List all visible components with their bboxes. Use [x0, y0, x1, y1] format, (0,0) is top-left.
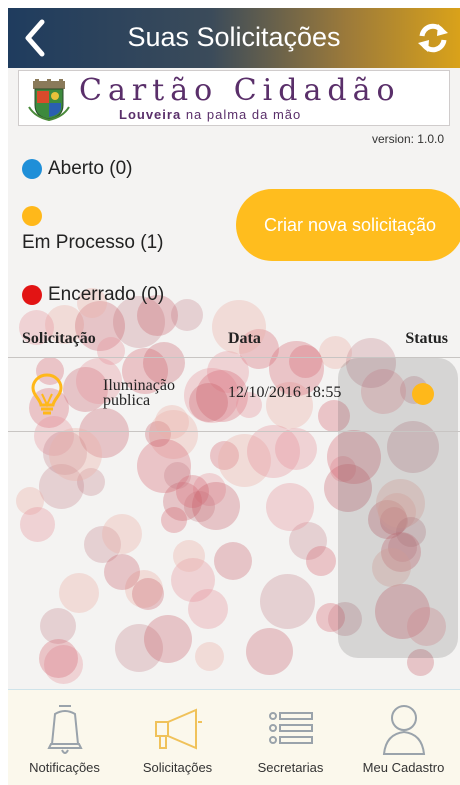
background-grape	[247, 425, 300, 478]
table-header: Solicitação Data Status	[8, 330, 460, 358]
background-grape	[171, 299, 203, 331]
user-icon	[382, 705, 425, 755]
background-grape	[214, 542, 252, 580]
background-grape	[306, 546, 336, 576]
app-banner: Cartão Cidadão Louveira na palma da mão	[18, 70, 450, 126]
background-grape	[102, 514, 142, 554]
page-title: Suas Solicitações	[127, 22, 341, 52]
background-grape	[266, 483, 314, 531]
status-dot	[412, 383, 434, 405]
tab-notificacoes[interactable]: Notificações	[8, 690, 121, 785]
city-emblem-icon	[27, 77, 71, 122]
tab-label: Solicitações	[142, 760, 213, 775]
back-button[interactable]	[18, 18, 54, 58]
row-date: 12/10/2016 18:55	[228, 384, 342, 401]
background-grape	[59, 573, 99, 613]
version-label: version: 1.0.0	[371, 132, 444, 146]
legend-encerrado-label: Encerrado (0)	[48, 284, 165, 305]
legend-encerrado: Encerrado (0)	[22, 284, 164, 306]
refresh-button[interactable]	[416, 22, 450, 54]
table-row[interactable]: Iluminação publica 12/10/2016 18:55	[8, 358, 460, 432]
lightbulb-icon	[30, 372, 64, 416]
background-grape	[192, 482, 240, 530]
tab-label: Notificações	[29, 760, 100, 775]
tab-secretarias[interactable]: Secretarias	[234, 690, 347, 785]
background-grape	[195, 642, 224, 671]
megaphone-icon	[154, 708, 202, 750]
refresh-icon	[418, 23, 448, 53]
banner-title: Cartão Cidadão	[79, 73, 401, 108]
banner-subtitle-city: Louveira	[119, 107, 182, 122]
app-screen: Suas Solicitações Cartão Cidadão Louveir…	[8, 8, 460, 785]
header-bar: Suas Solicitações	[8, 8, 460, 68]
legend-aberto-label: Aberto (0)	[48, 158, 133, 179]
column-header-status: Status	[405, 330, 448, 347]
background-grape	[144, 615, 192, 663]
column-header-solicitacao: Solicitação	[22, 330, 96, 347]
background-grape	[20, 507, 55, 542]
banner-subtitle-slogan: na palma da mão	[185, 107, 302, 122]
status-dot-em-processo	[22, 206, 42, 226]
tab-meu-cadastro[interactable]: Meu Cadastro	[347, 690, 460, 785]
background-grape	[173, 540, 205, 572]
tab-label: Secretarias	[257, 760, 324, 775]
bell-icon	[46, 705, 83, 754]
banner-subtitle: Louveira na palma da mão	[119, 107, 301, 122]
new-request-button[interactable]: Criar nova solicitação	[236, 189, 460, 261]
legend-em-processo-label: Em Processo (1)	[22, 232, 164, 253]
list-icon	[268, 712, 313, 744]
background-grape	[260, 574, 315, 629]
background-grape	[188, 589, 228, 629]
background-grape	[246, 628, 293, 675]
tab-solicitacoes[interactable]: Solicitações	[121, 690, 234, 785]
column-header-data: Data	[228, 330, 261, 347]
status-dot-aberto	[22, 158, 42, 179]
legend-aberto: Aberto (0)	[22, 158, 132, 180]
status-dot-encerrado	[22, 284, 42, 305]
bottom-tab-bar: Notificações Solicitações Secretarias Me…	[8, 689, 460, 785]
background-grape	[49, 428, 102, 481]
row-name: Iluminação publica	[103, 377, 175, 409]
chevron-left-icon	[25, 19, 45, 57]
background-grape	[132, 578, 164, 610]
background-grape	[39, 639, 78, 678]
legend-em-processo-dot-wrap	[22, 206, 42, 226]
background-grape	[104, 554, 140, 590]
tab-label: Meu Cadastro	[362, 760, 445, 775]
